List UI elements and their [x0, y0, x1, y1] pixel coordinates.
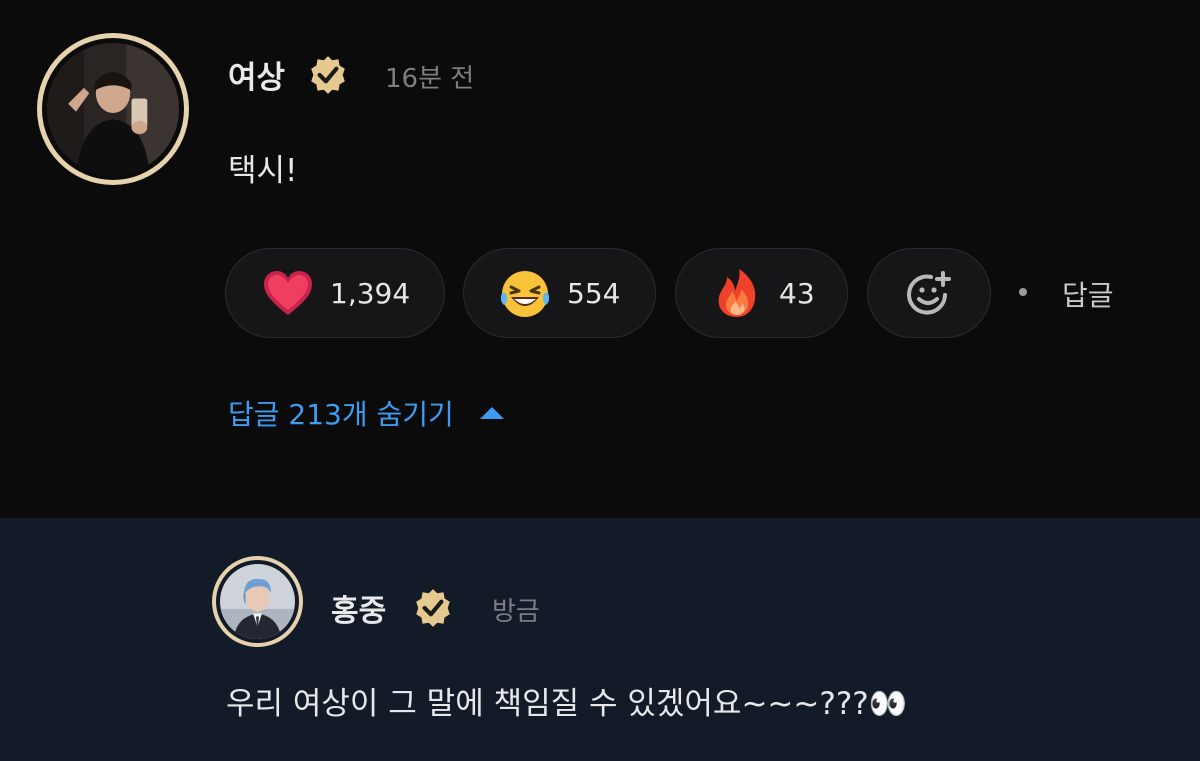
reaction-laugh-button[interactable]: 554 — [463, 248, 656, 338]
comment-thread: 여상 16분 전 택시! 1,394 554 43 답글 답글 213개 숨기기… — [0, 0, 1200, 761]
reaction-count: 1,394 — [330, 276, 411, 310]
add-reaction-icon — [907, 271, 951, 315]
reply-button[interactable]: 답글 — [1062, 274, 1114, 314]
heart-icon — [264, 271, 312, 315]
user-photo — [220, 564, 295, 639]
reaction-fire-button[interactable]: 43 — [675, 248, 848, 338]
comment-text: 택시! — [228, 153, 298, 189]
reply-comment — [0, 518, 1200, 761]
username[interactable]: 여상 — [228, 52, 285, 97]
avatar[interactable] — [212, 556, 303, 647]
main-comment: 여상 16분 전 택시! 1,394 554 43 답글 답글 213개 숨기기 — [0, 0, 1200, 518]
timestamp: 방금 — [492, 597, 540, 627]
reaction-heart-button[interactable]: 1,394 — [225, 248, 445, 338]
fire-icon — [718, 269, 756, 317]
separator-dot — [1019, 288, 1027, 296]
timestamp: 16분 전 — [385, 64, 475, 94]
reply-text: 우리 여상이 그 말에 책임질 수 있겠어요~~~???👀 — [226, 686, 908, 722]
avatar[interactable] — [37, 33, 189, 185]
verified-badge-icon — [416, 589, 450, 627]
hide-replies-toggle[interactable]: 답글 213개 숨기기 — [228, 393, 504, 433]
username[interactable]: 홍중 — [331, 586, 386, 630]
reaction-count: 43 — [779, 276, 815, 310]
caret-up-icon — [479, 407, 504, 419]
add-reaction-button[interactable] — [867, 248, 991, 338]
laughing-tears-icon — [500, 271, 550, 317]
verified-badge-icon — [311, 56, 345, 94]
hide-replies-label: 답글 213개 숨기기 — [228, 398, 454, 431]
user-photo — [47, 43, 179, 175]
reaction-count: 554 — [567, 276, 621, 310]
